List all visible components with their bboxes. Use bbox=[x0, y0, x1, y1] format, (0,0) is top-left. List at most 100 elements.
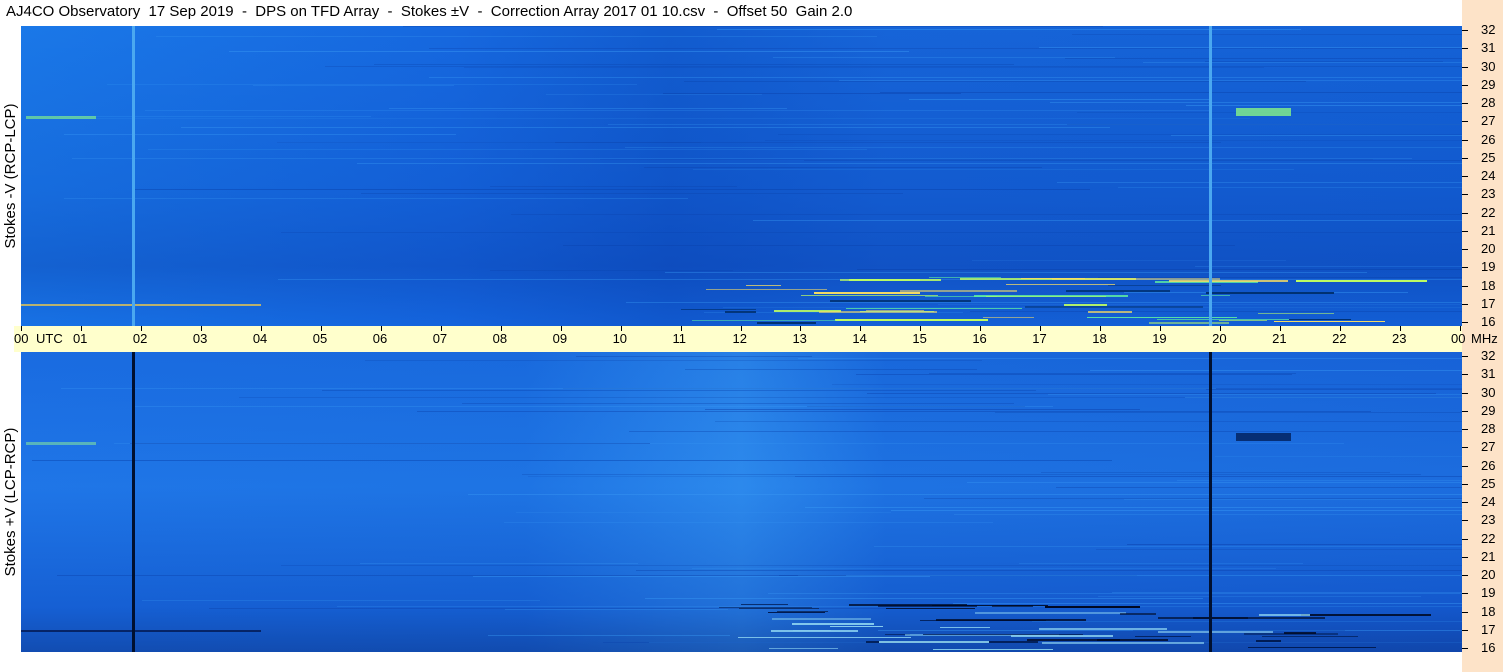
burst-streak bbox=[1289, 319, 1351, 320]
spectral-line bbox=[717, 29, 1301, 30]
spectral-line bbox=[778, 134, 1462, 135]
spectral-line bbox=[636, 570, 1462, 571]
spectral-line bbox=[874, 546, 1461, 547]
spectral-line bbox=[1205, 61, 1443, 62]
spectral-line bbox=[403, 26, 1103, 27]
spectral-line bbox=[1185, 397, 1462, 398]
y-tick-mark bbox=[1462, 66, 1468, 68]
burst-streak bbox=[1006, 284, 1115, 285]
y-tick-label: 28 bbox=[1481, 421, 1496, 436]
y-tick-mark bbox=[1462, 593, 1468, 595]
y-tick-label: 30 bbox=[1481, 58, 1496, 74]
y-tick-mark bbox=[1462, 538, 1468, 540]
y-tick-label: 20 bbox=[1481, 567, 1496, 582]
spectral-line bbox=[1171, 135, 1462, 136]
spectral-line bbox=[1041, 472, 1390, 473]
spectral-line bbox=[1039, 47, 1462, 48]
spectral-line bbox=[1098, 596, 1421, 597]
spectral-line bbox=[468, 494, 1462, 495]
interference-line bbox=[1209, 26, 1212, 326]
spectral-line bbox=[1124, 499, 1462, 500]
burst-streak bbox=[777, 611, 828, 612]
y-tick-mark bbox=[1462, 103, 1468, 104]
y-tick-mark bbox=[1462, 267, 1468, 269]
burst-streak bbox=[757, 322, 816, 324]
y-tick-mark bbox=[1462, 648, 1468, 649]
burst-streak bbox=[846, 308, 1022, 309]
spectral-line bbox=[473, 576, 930, 577]
spectral-line bbox=[462, 403, 1014, 404]
spectral-line bbox=[804, 160, 1462, 161]
burst-streak bbox=[1042, 642, 1204, 644]
y-tick-label: 18 bbox=[1481, 603, 1496, 619]
burst-streak bbox=[814, 292, 920, 294]
y-tick-label: 21 bbox=[1481, 548, 1496, 564]
spectral-line bbox=[715, 421, 1462, 422]
y-tick-label: 16 bbox=[1481, 640, 1496, 655]
y-tick-mark bbox=[1462, 48, 1468, 50]
x-tick-label: 08 bbox=[492, 331, 508, 346]
spectral-line bbox=[1215, 456, 1462, 457]
burst-streak bbox=[900, 290, 1017, 292]
y-tick-label: 24 bbox=[1481, 494, 1496, 509]
burst-streak bbox=[1248, 647, 1376, 648]
burst-streak bbox=[1025, 306, 1203, 308]
burst-streak bbox=[866, 310, 924, 311]
x-tick-label: 07 bbox=[432, 331, 448, 346]
x-tick-label: 11 bbox=[672, 331, 687, 346]
spectral-line bbox=[429, 48, 1462, 49]
burst-streak bbox=[21, 630, 261, 632]
burst-streak bbox=[879, 641, 989, 643]
x-tick-label: 21 bbox=[1272, 331, 1287, 346]
burst-streak bbox=[1301, 614, 1431, 616]
spectral-line bbox=[645, 598, 1203, 599]
spectral-line bbox=[1195, 266, 1462, 267]
spectral-line bbox=[1056, 487, 1462, 488]
burst-streak bbox=[741, 604, 788, 605]
burst-streak bbox=[923, 634, 1083, 635]
spectral-line bbox=[281, 232, 1462, 233]
spectral-line bbox=[64, 134, 456, 135]
y-tick-label: 18 bbox=[1481, 277, 1496, 293]
burst-patch bbox=[26, 116, 96, 119]
spectral-line bbox=[856, 374, 1292, 375]
spectral-line bbox=[253, 85, 454, 86]
burst-streak bbox=[886, 608, 975, 609]
y-tick-label: 31 bbox=[1481, 40, 1496, 56]
spectral-line bbox=[967, 482, 1462, 483]
spectral-line bbox=[490, 186, 737, 187]
spectral-line bbox=[53, 118, 1250, 119]
burst-streak bbox=[1052, 278, 1220, 280]
spectral-line bbox=[1065, 58, 1462, 59]
burst-streak bbox=[1274, 321, 1385, 322]
spectral-line bbox=[490, 270, 733, 271]
spectrogram-top-overlay bbox=[21, 26, 1462, 326]
spectral-line bbox=[528, 476, 1462, 477]
burst-streak bbox=[739, 608, 819, 609]
spectral-line bbox=[924, 498, 1462, 499]
spectral-line bbox=[600, 159, 1373, 160]
burst-patch bbox=[26, 442, 96, 445]
spectral-line bbox=[867, 393, 1436, 394]
spectral-line bbox=[145, 110, 1212, 111]
spectral-line bbox=[64, 198, 688, 199]
spectrogram-bottom-overlay bbox=[21, 352, 1462, 652]
spectral-line bbox=[181, 127, 1110, 128]
burst-streak bbox=[746, 285, 781, 286]
interference-line bbox=[132, 26, 135, 326]
spectral-line bbox=[576, 356, 812, 357]
x-tick-label: 13 bbox=[792, 331, 807, 346]
spectral-line bbox=[504, 522, 993, 523]
y-tick-mark bbox=[1462, 520, 1468, 522]
spectral-line bbox=[229, 51, 909, 52]
spectral-line bbox=[798, 575, 1462, 576]
y-tick-mark bbox=[1462, 285, 1468, 287]
spectral-line bbox=[1096, 549, 1462, 550]
burst-patch bbox=[1236, 108, 1291, 116]
y-tick-label: 26 bbox=[1481, 457, 1496, 473]
y-tick-mark bbox=[1462, 356, 1468, 357]
spectral-line bbox=[209, 608, 969, 609]
spectral-line bbox=[995, 412, 1462, 413]
y-tick-mark bbox=[1462, 157, 1468, 159]
chart-title: AJ4CO Observatory 17 Sep 2019 - DPS on T… bbox=[6, 3, 853, 20]
